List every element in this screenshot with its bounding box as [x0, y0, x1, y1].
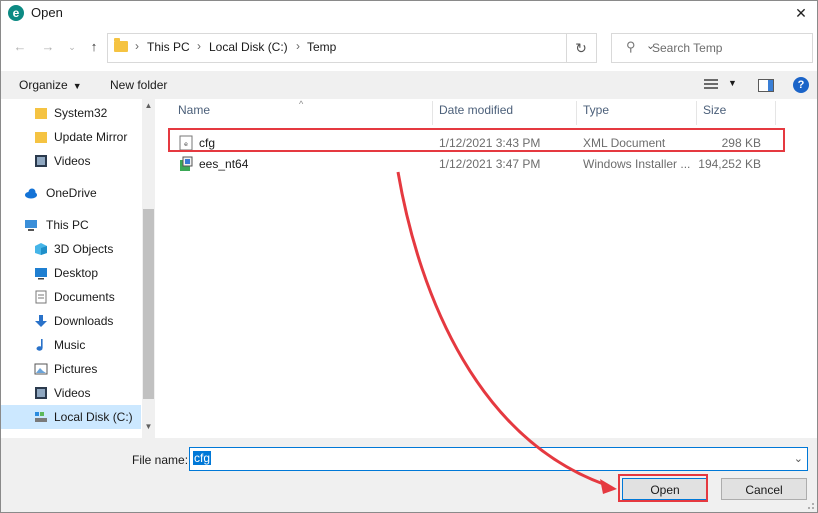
file-name-field[interactable]: cfg ⌄ — [189, 447, 808, 471]
folder-icon — [114, 38, 128, 52]
file-row-ees-nt64[interactable]: ees_nt64 1/12/2021 3:47 PM Windows Insta… — [169, 153, 777, 175]
file-size: 194,252 KB — [698, 157, 761, 171]
column-divider[interactable] — [432, 101, 433, 125]
sidebar-item-label: Music — [54, 338, 86, 352]
file-name-value: cfg — [193, 451, 212, 465]
sidebar-item-this-pc[interactable]: This PC — [1, 213, 141, 237]
column-header-name[interactable]: Name — [178, 103, 210, 125]
music-icon — [36, 339, 43, 351]
column-divider[interactable] — [576, 101, 577, 125]
sidebar-item-label: This PC — [46, 218, 89, 232]
column-divider[interactable] — [775, 101, 776, 125]
view-options-icon[interactable] — [704, 79, 718, 91]
file-date: 1/12/2021 3:47 PM — [439, 157, 541, 171]
sidebar-item-label: Downloads — [54, 314, 114, 328]
document-icon — [35, 290, 47, 304]
installer-icon — [180, 156, 193, 171]
sidebar-item-local-disk[interactable]: Local Disk (C:) — [1, 405, 141, 429]
sidebar-item-system32[interactable]: System32 — [1, 101, 141, 125]
cloud-icon — [25, 188, 37, 199]
organize-label: Organize — [19, 78, 68, 92]
help-icon[interactable]: ? — [793, 77, 809, 93]
breadcrumb-local-disk[interactable]: Local Disk (C:) — [209, 40, 288, 54]
preview-pane-icon[interactable] — [758, 79, 774, 92]
navigation-bar: ← → ⌄ ↑ › This PC › Local Disk (C:) › Te… — [1, 33, 817, 63]
sidebar-item-pictures[interactable]: Pictures — [1, 357, 141, 381]
folder-icon — [35, 132, 47, 143]
chevron-down-icon[interactable]: ⌄ — [794, 452, 803, 465]
column-header-size[interactable]: Size — [703, 103, 726, 125]
sidebar-item-label: 3D Objects — [54, 242, 114, 256]
caret-down-icon[interactable]: ▼ — [728, 78, 737, 88]
video-folder-icon — [35, 387, 47, 399]
navigation-pane: System32 Update Mirror Videos OneDrive T… — [1, 99, 155, 438]
title-bar: e Open ✕ — [1, 1, 817, 25]
computer-icon — [25, 220, 37, 231]
sidebar-item-label: Local Disk (C:) — [54, 410, 133, 424]
sidebar-item-label: OneDrive — [46, 186, 97, 200]
caret-down-icon: ▼ — [72, 81, 82, 91]
desktop-icon — [35, 268, 47, 280]
sidebar-item-downloads[interactable]: Downloads — [1, 309, 141, 333]
recent-locations-chevron-icon[interactable]: ⌄ — [63, 38, 81, 56]
file-name-label: File name: — [132, 453, 189, 467]
highlight-box-open-button — [618, 474, 708, 502]
breadcrumb-this-pc[interactable]: This PC — [147, 40, 190, 54]
download-icon — [35, 315, 47, 327]
folder-icon — [35, 108, 47, 119]
sidebar-scrollbar[interactable]: ▲ ▼ — [142, 99, 155, 438]
sidebar-item-label: Pictures — [54, 362, 98, 376]
highlight-box-cfg-row — [168, 128, 785, 152]
command-bar: Organize ▼ New folder ▼ ? — [1, 71, 817, 99]
breadcrumb-separator: › — [135, 39, 139, 53]
sidebar-item-label: Videos — [54, 154, 91, 168]
column-header-date[interactable]: Date modified — [439, 103, 513, 125]
file-type: Windows Installer ... — [583, 157, 691, 171]
column-divider[interactable] — [696, 101, 697, 125]
window-title: Open — [31, 5, 63, 20]
forward-arrow-icon[interactable]: → — [39, 38, 57, 56]
sidebar-item-label: Desktop — [54, 266, 99, 280]
video-folder-icon — [35, 155, 47, 167]
cube-icon — [35, 243, 47, 255]
breadcrumb-separator: › — [197, 39, 201, 53]
scroll-up-icon[interactable]: ▲ — [142, 101, 155, 115]
sidebar-item-label: Update Mirror — [54, 130, 128, 144]
scrollbar-thumb[interactable] — [143, 209, 154, 399]
open-dialog: e Open ✕ ← → ⌄ ↑ › This PC › Local Disk … — [0, 0, 818, 513]
drive-icon — [35, 412, 47, 422]
resize-grip-icon[interactable] — [805, 500, 815, 510]
sidebar-item-label: Documents — [54, 290, 115, 304]
address-bar[interactable]: › This PC › Local Disk (C:) › Temp ⌄ — [107, 33, 655, 63]
pictures-icon — [34, 363, 48, 375]
sidebar-item-3d-objects[interactable]: 3D Objects — [1, 237, 141, 261]
sidebar-item-documents[interactable]: Documents — [1, 285, 141, 309]
file-name: ees_nt64 — [199, 157, 249, 171]
sidebar-item-desktop[interactable]: Desktop — [1, 261, 141, 285]
sidebar-item-label: Videos — [54, 386, 91, 400]
new-folder-button[interactable]: New folder — [110, 78, 167, 92]
search-icon: ⚲ — [626, 39, 636, 54]
breadcrumb-separator: › — [296, 39, 300, 53]
sidebar-item-videos[interactable]: Videos — [1, 149, 141, 173]
refresh-icon[interactable]: ↻ — [566, 33, 597, 63]
search-box[interactable]: ⚲ Search Temp — [611, 33, 813, 63]
sidebar-item-videos[interactable]: Videos — [1, 381, 141, 405]
close-icon[interactable]: ✕ — [785, 1, 817, 25]
sort-ascending-icon: ^ — [299, 99, 304, 109]
cancel-button[interactable]: Cancel — [721, 478, 807, 500]
sidebar-item-update-mirror[interactable]: Update Mirror — [1, 125, 141, 149]
breadcrumb-temp[interactable]: Temp — [307, 40, 336, 54]
sidebar-item-onedrive[interactable]: OneDrive — [1, 181, 141, 205]
organize-button[interactable]: Organize ▼ — [19, 78, 82, 92]
column-header-type[interactable]: Type — [583, 103, 609, 125]
scroll-down-icon[interactable]: ▼ — [142, 422, 155, 436]
sidebar-item-music[interactable]: Music — [1, 333, 141, 357]
sidebar-item-label: System32 — [54, 106, 108, 120]
back-arrow-icon[interactable]: ← — [11, 38, 29, 56]
eset-e-icon: e — [8, 5, 24, 21]
search-placeholder: Search Temp — [652, 41, 723, 55]
up-arrow-icon[interactable]: ↑ — [85, 38, 103, 56]
